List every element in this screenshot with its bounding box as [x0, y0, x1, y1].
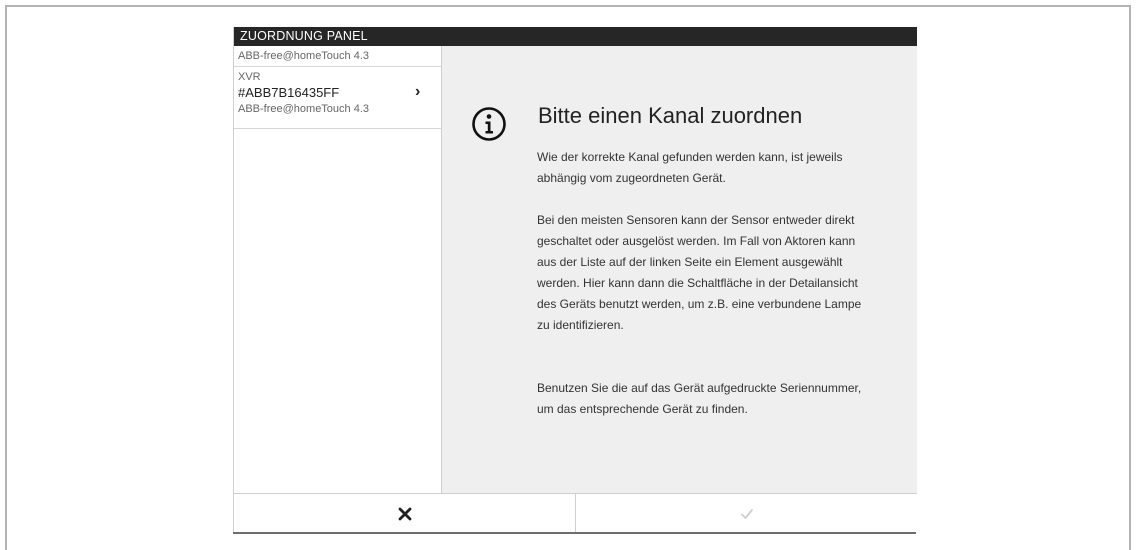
detail-paragraph-2: Bei den meisten Sensoren kann der Sensor…	[537, 213, 862, 332]
confirm-button[interactable]	[576, 494, 917, 533]
info-icon	[472, 107, 506, 141]
chevron-right-icon: ›	[415, 83, 421, 100]
detail-paragraph-1: Wie der korrekte Kanal gefunden werden k…	[537, 150, 843, 185]
panel-title: ZUORDNUNG PANEL	[234, 27, 917, 46]
close-icon	[398, 507, 411, 520]
device-subtitle: ABB-free@homeTouch 4.3	[238, 103, 370, 115]
detail-pane: Bitte einen Kanal zuordnen Wie der korre…	[442, 46, 917, 493]
detail-heading: Bitte einen Kanal zuordnen	[538, 103, 803, 128]
cancel-button[interactable]	[234, 494, 576, 533]
device-list-item[interactable]: XVR #ABB7B16435FF ABB-free@homeTouch 4.3…	[234, 67, 441, 129]
device-id: #ABB7B16435FF	[238, 85, 340, 100]
bottom-divider	[233, 532, 916, 534]
breadcrumb[interactable]: ABB-free@homeTouch 4.3	[234, 46, 441, 67]
check-icon	[740, 508, 753, 519]
sidebar: ABB-free@homeTouch 4.3 XVR #ABB7B16435FF…	[234, 46, 442, 493]
footer-bar	[234, 493, 917, 533]
detail-paragraph-3: Benutzen Sie die auf das Gerät aufgedruc…	[537, 381, 862, 416]
device-type: XVR	[238, 71, 261, 83]
assignment-panel: ZUORDNUNG PANEL ABB-free@homeTouch 4.3 X…	[233, 27, 917, 533]
